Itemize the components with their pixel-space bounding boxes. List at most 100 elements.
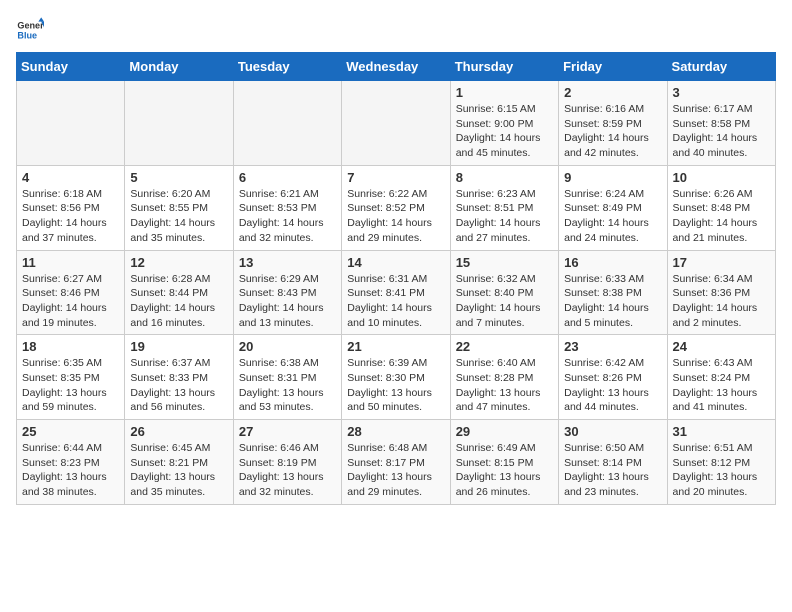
- calendar-cell: 19 Sunrise: 6:37 AM Sunset: 8:33 PM Dayli…: [125, 335, 233, 420]
- day-detail: Sunrise: 6:37 AM Sunset: 8:33 PM Dayligh…: [130, 356, 227, 415]
- day-number: 13: [239, 255, 336, 270]
- weekday-header-wednesday: Wednesday: [342, 53, 450, 81]
- day-number: 20: [239, 339, 336, 354]
- day-detail: Sunrise: 6:18 AM Sunset: 8:56 PM Dayligh…: [22, 187, 119, 246]
- day-number: 14: [347, 255, 444, 270]
- weekday-header-saturday: Saturday: [667, 53, 775, 81]
- day-number: 11: [22, 255, 119, 270]
- day-detail: Sunrise: 6:34 AM Sunset: 8:36 PM Dayligh…: [673, 272, 770, 331]
- calendar-cell: 2 Sunrise: 6:16 AM Sunset: 8:59 PM Daylig…: [559, 81, 667, 166]
- svg-text:Blue: Blue: [17, 30, 37, 40]
- calendar-cell: 18Sunrise: 6:35 AM Sunset: 8:35 PM Dayli…: [17, 335, 125, 420]
- day-detail: Sunrise: 6:44 AM Sunset: 8:23 PM Dayligh…: [22, 441, 119, 500]
- calendar-cell: 5 Sunrise: 6:20 AM Sunset: 8:55 PM Daylig…: [125, 165, 233, 250]
- day-number: 19: [130, 339, 227, 354]
- day-number: 21: [347, 339, 444, 354]
- calendar-cell: 30 Sunrise: 6:50 AM Sunset: 8:14 PM Dayli…: [559, 420, 667, 505]
- day-number: 30: [564, 424, 661, 439]
- weekday-header-monday: Monday: [125, 53, 233, 81]
- calendar-cell: 20Sunrise: 6:38 AM Sunset: 8:31 PM Dayli…: [233, 335, 341, 420]
- day-detail: Sunrise: 6:17 AM Sunset: 8:58 PM Dayligh…: [673, 102, 770, 161]
- calendar-cell: 28 Sunrise: 6:48 AM Sunset: 8:17 PM Dayli…: [342, 420, 450, 505]
- calendar-table: SundayMondayTuesdayWednesdayThursdayFrid…: [16, 52, 776, 505]
- day-detail: Sunrise: 6:43 AM Sunset: 8:24 PM Dayligh…: [673, 356, 770, 415]
- day-detail: Sunrise: 6:46 AM Sunset: 8:19 PM Dayligh…: [239, 441, 336, 500]
- calendar-cell: [233, 81, 341, 166]
- day-detail: Sunrise: 6:20 AM Sunset: 8:55 PM Dayligh…: [130, 187, 227, 246]
- calendar-cell: 25 Sunrise: 6:44 AM Sunset: 8:23 PM Dayli…: [17, 420, 125, 505]
- day-number: 26: [130, 424, 227, 439]
- day-number: 10: [673, 170, 770, 185]
- day-number: 17: [673, 255, 770, 270]
- day-detail: Sunrise: 6:26 AM Sunset: 8:48 PM Dayligh…: [673, 187, 770, 246]
- day-number: 4: [22, 170, 119, 185]
- day-detail: Sunrise: 6:27 AM Sunset: 8:46 PM Dayligh…: [22, 272, 119, 331]
- day-number: 2: [564, 85, 661, 100]
- calendar-cell: 1 Sunrise: 6:15 AM Sunset: 9:00 PM Daylig…: [450, 81, 558, 166]
- calendar-cell: 29 Sunrise: 6:49 AM Sunset: 8:15 PM Dayli…: [450, 420, 558, 505]
- calendar-cell: [125, 81, 233, 166]
- weekday-header-tuesday: Tuesday: [233, 53, 341, 81]
- day-detail: Sunrise: 6:28 AM Sunset: 8:44 PM Dayligh…: [130, 272, 227, 331]
- calendar-cell: 16 Sunrise: 6:33 AM Sunset: 8:38 PM Dayli…: [559, 250, 667, 335]
- calendar-cell: 4 Sunrise: 6:18 AM Sunset: 8:56 PM Daylig…: [17, 165, 125, 250]
- calendar-week-1: 1 Sunrise: 6:15 AM Sunset: 9:00 PM Daylig…: [17, 81, 776, 166]
- day-number: 15: [456, 255, 553, 270]
- calendar-cell: 27Sunrise: 6:46 AM Sunset: 8:19 PM Dayli…: [233, 420, 341, 505]
- calendar-week-3: 11 Sunrise: 6:27 AM Sunset: 8:46 PM Dayli…: [17, 250, 776, 335]
- day-detail: Sunrise: 6:49 AM Sunset: 8:15 PM Dayligh…: [456, 441, 553, 500]
- day-number: 25: [22, 424, 119, 439]
- calendar-cell: 31Sunrise: 6:51 AM Sunset: 8:12 PM Dayli…: [667, 420, 775, 505]
- day-detail: Sunrise: 6:15 AM Sunset: 9:00 PM Dayligh…: [456, 102, 553, 161]
- day-detail: Sunrise: 6:50 AM Sunset: 8:14 PM Dayligh…: [564, 441, 661, 500]
- day-detail: Sunrise: 6:29 AM Sunset: 8:43 PM Dayligh…: [239, 272, 336, 331]
- calendar-cell: 3 Sunrise: 6:17 AM Sunset: 8:58 PM Daylig…: [667, 81, 775, 166]
- calendar-cell: 13 Sunrise: 6:29 AM Sunset: 8:43 PM Dayli…: [233, 250, 341, 335]
- day-detail: Sunrise: 6:31 AM Sunset: 8:41 PM Dayligh…: [347, 272, 444, 331]
- logo-icon: General Blue: [16, 16, 44, 44]
- day-detail: Sunrise: 6:42 AM Sunset: 8:26 PM Dayligh…: [564, 356, 661, 415]
- day-detail: Sunrise: 6:51 AM Sunset: 8:12 PM Dayligh…: [673, 441, 770, 500]
- day-detail: Sunrise: 6:16 AM Sunset: 8:59 PM Dayligh…: [564, 102, 661, 161]
- day-detail: Sunrise: 6:21 AM Sunset: 8:53 PM Dayligh…: [239, 187, 336, 246]
- day-number: 24: [673, 339, 770, 354]
- day-number: 1: [456, 85, 553, 100]
- day-number: 5: [130, 170, 227, 185]
- calendar-cell: 8Sunrise: 6:23 AM Sunset: 8:51 PM Daylig…: [450, 165, 558, 250]
- calendar-header-row: SundayMondayTuesdayWednesdayThursdayFrid…: [17, 53, 776, 81]
- day-detail: Sunrise: 6:22 AM Sunset: 8:52 PM Dayligh…: [347, 187, 444, 246]
- day-number: 16: [564, 255, 661, 270]
- day-number: 28: [347, 424, 444, 439]
- day-number: 3: [673, 85, 770, 100]
- calendar-cell: 10 Sunrise: 6:26 AM Sunset: 8:48 PM Dayli…: [667, 165, 775, 250]
- calendar-cell: 15 Sunrise: 6:32 AM Sunset: 8:40 PM Dayli…: [450, 250, 558, 335]
- calendar-cell: 7 Sunrise: 6:22 AM Sunset: 8:52 PM Daylig…: [342, 165, 450, 250]
- day-detail: Sunrise: 6:39 AM Sunset: 8:30 PM Dayligh…: [347, 356, 444, 415]
- day-number: 29: [456, 424, 553, 439]
- calendar-week-4: 18Sunrise: 6:35 AM Sunset: 8:35 PM Dayli…: [17, 335, 776, 420]
- day-number: 12: [130, 255, 227, 270]
- calendar-week-5: 25 Sunrise: 6:44 AM Sunset: 8:23 PM Dayli…: [17, 420, 776, 505]
- day-number: 6: [239, 170, 336, 185]
- day-detail: Sunrise: 6:33 AM Sunset: 8:38 PM Dayligh…: [564, 272, 661, 331]
- svg-text:General: General: [17, 21, 44, 31]
- day-detail: Sunrise: 6:40 AM Sunset: 8:28 PM Dayligh…: [456, 356, 553, 415]
- calendar-cell: 9Sunrise: 6:24 AM Sunset: 8:49 PM Daylig…: [559, 165, 667, 250]
- day-number: 18: [22, 339, 119, 354]
- day-detail: Sunrise: 6:32 AM Sunset: 8:40 PM Dayligh…: [456, 272, 553, 331]
- calendar-cell: 17 Sunrise: 6:34 AM Sunset: 8:36 PM Dayli…: [667, 250, 775, 335]
- day-number: 7: [347, 170, 444, 185]
- day-detail: Sunrise: 6:48 AM Sunset: 8:17 PM Dayligh…: [347, 441, 444, 500]
- calendar-cell: 12 Sunrise: 6:28 AM Sunset: 8:44 PM Dayli…: [125, 250, 233, 335]
- logo: General Blue: [16, 16, 44, 44]
- calendar-cell: 23 Sunrise: 6:42 AM Sunset: 8:26 PM Dayli…: [559, 335, 667, 420]
- weekday-header-sunday: Sunday: [17, 53, 125, 81]
- day-number: 23: [564, 339, 661, 354]
- day-number: 22: [456, 339, 553, 354]
- calendar-cell: 26Sunrise: 6:45 AM Sunset: 8:21 PM Dayli…: [125, 420, 233, 505]
- calendar-cell: 11 Sunrise: 6:27 AM Sunset: 8:46 PM Dayli…: [17, 250, 125, 335]
- weekday-header-friday: Friday: [559, 53, 667, 81]
- calendar-cell: 24 Sunrise: 6:43 AM Sunset: 8:24 PM Dayli…: [667, 335, 775, 420]
- weekday-header-thursday: Thursday: [450, 53, 558, 81]
- calendar-cell: 6 Sunrise: 6:21 AM Sunset: 8:53 PM Daylig…: [233, 165, 341, 250]
